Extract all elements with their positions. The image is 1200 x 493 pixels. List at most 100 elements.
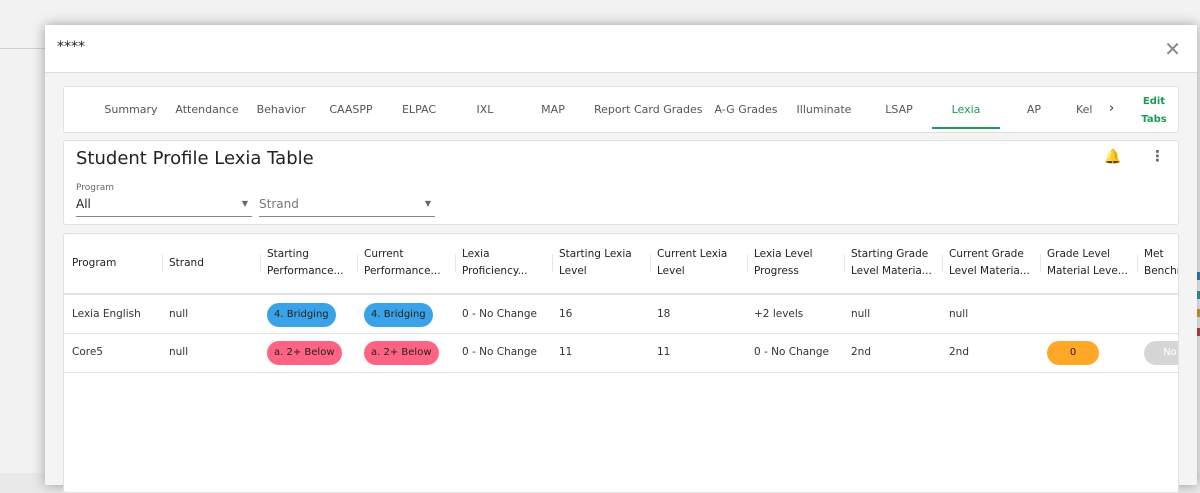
column-header[interactable]: Starting Performance... — [267, 246, 344, 280]
tab-lexia[interactable]: Lexia — [932, 87, 1000, 129]
tab-summary[interactable]: Summary — [100, 87, 162, 132]
column-header[interactable]: Current Lexia Level — [657, 246, 727, 280]
column-separator[interactable] — [942, 254, 943, 272]
column-separator[interactable] — [552, 254, 553, 272]
table-cell: 11 — [657, 346, 671, 358]
column-header-text: Starting Grade — [851, 248, 929, 260]
tab-ixl[interactable]: IXL — [459, 87, 511, 132]
status-badge: 4. Bridging — [364, 303, 433, 327]
lexia-table-header-card: Student Profile Lexia Table 🔔 ⋮ Program … — [63, 140, 1179, 225]
edit-tabs-label: Tabs — [1141, 114, 1167, 125]
modal-title: **** — [57, 39, 85, 55]
strand-select[interactable]: Strand ▼ — [259, 197, 435, 217]
tab-bar: › Edit Tabs Summary Attendance Behavior CAA… — [63, 86, 1179, 133]
column-header[interactable]: Lexia Proficiency... — [462, 246, 528, 280]
table-cell: 4. Bridging — [267, 303, 336, 327]
tab-attendance[interactable]: Attendance — [172, 87, 242, 132]
status-badge: No — [1144, 341, 1178, 365]
tab-behavior[interactable]: Behavior — [252, 87, 310, 132]
table-cell: 11 — [559, 346, 573, 358]
program-select[interactable]: All ▼ — [76, 197, 252, 217]
column-header-text: Program — [72, 257, 117, 269]
column-separator[interactable] — [357, 254, 358, 272]
column-header[interactable]: Lexia Level Progress — [754, 246, 813, 280]
tab-map[interactable]: MAP — [530, 87, 576, 132]
tab-ap[interactable]: AP — [1014, 87, 1054, 132]
table-row: Lexia English null 4. Bridging 4. Bridging 0… — [64, 294, 1178, 334]
table-cell: null — [851, 308, 871, 320]
tab-caaspp[interactable]: CAASPP — [322, 87, 380, 132]
edit-tabs-button[interactable]: Edit Tabs — [1134, 93, 1174, 129]
tab-elpac[interactable]: ELPAC — [394, 87, 444, 132]
column-header-text: Strand — [169, 257, 204, 269]
dropdown-arrow-icon: ▼ — [424, 199, 431, 208]
column-header-text: Level Materia... — [851, 265, 932, 277]
table-cell: 0 - No Change — [754, 346, 829, 358]
table-cell: 4. Bridging — [364, 303, 433, 327]
table-cell: 16 — [559, 308, 573, 320]
table-cell: null — [169, 346, 189, 358]
status-badge: a. 2+ Below — [267, 341, 342, 365]
column-header[interactable]: Grade Level Material Leve... — [1047, 246, 1128, 280]
column-separator[interactable] — [747, 254, 748, 272]
table-cell: 2nd — [851, 346, 872, 358]
column-header-text: Grade Level — [1047, 248, 1111, 260]
column-header[interactable]: Starting Lexia Level — [559, 246, 632, 280]
close-icon[interactable]: ✕ — [1164, 37, 1181, 61]
column-separator[interactable] — [844, 254, 845, 272]
chevron-right-icon[interactable]: › — [1109, 101, 1114, 116]
tab-report-card-grades[interactable]: Report Card Grades — [594, 87, 702, 132]
column-header-text: Performance... — [267, 265, 344, 277]
column-separator[interactable] — [162, 254, 163, 272]
column-header-text: Material Leve... — [1047, 265, 1128, 277]
column-header[interactable]: Met Benchr — [1144, 246, 1179, 280]
column-header-text: Current Lexia — [657, 248, 728, 260]
tab-a-g-grades[interactable]: A-G Grades — [714, 87, 778, 132]
column-header-text: Level Materia... — [949, 265, 1030, 277]
status-badge: a. 2+ Below — [364, 341, 439, 365]
column-separator[interactable] — [455, 254, 456, 272]
column-header[interactable]: Starting Grade Level Materia... — [851, 246, 932, 280]
table-cell: null — [949, 308, 969, 320]
program-filter-label: Program — [76, 183, 114, 193]
table-cell: Core5 — [72, 346, 103, 358]
column-separator[interactable] — [1137, 254, 1138, 272]
column-header-text: Starting Lexia — [559, 248, 632, 260]
add-alert-bell-icon[interactable]: 🔔 — [1104, 149, 1121, 165]
lexia-table: Program Strand Starting Performance... Curre… — [63, 233, 1179, 493]
column-header[interactable]: Current Grade Level Materia... — [949, 246, 1030, 280]
background-divider — [0, 48, 45, 49]
table-row: Core5 null a. 2+ Below a. 2+ Below 0 - No Ch… — [64, 333, 1178, 373]
column-header-text: Progress — [754, 265, 799, 277]
table-cell: 0 - No Change — [462, 346, 537, 358]
column-header-text: Performance... — [364, 265, 441, 277]
edit-tabs-label: Edit — [1142, 96, 1166, 107]
table-cell: 0 — [1047, 341, 1099, 365]
tab-kel[interactable]: Kel — [1076, 87, 1102, 132]
column-header[interactable]: Current Performance... — [364, 246, 441, 280]
column-header-text: Current — [364, 248, 404, 260]
table-cell: null — [169, 308, 189, 320]
more-options-icon[interactable]: ⋮ — [1150, 147, 1165, 165]
column-header-text: Level — [657, 265, 685, 277]
column-separator[interactable] — [650, 254, 651, 272]
student-profile-modal: **** ✕ › Edit Tabs Summary Attendance Beha… — [45, 25, 1197, 493]
status-badge: 0 — [1047, 341, 1099, 365]
program-select-value: All — [76, 197, 91, 211]
column-header[interactable]: Program — [72, 255, 116, 272]
table-cell: a. 2+ Below — [364, 341, 439, 365]
column-header[interactable]: Strand — [169, 255, 204, 272]
column-separator[interactable] — [1040, 254, 1041, 272]
column-separator[interactable] — [260, 254, 261, 272]
table-cell: Lexia English — [72, 308, 141, 320]
tab-illuminate[interactable]: Illuminate — [792, 87, 856, 132]
table-cell: +2 levels — [754, 308, 804, 320]
tab-lsap[interactable]: LSAP — [870, 87, 928, 132]
column-header-text: Benchr — [1144, 265, 1179, 277]
column-header-text: Lexia — [462, 248, 490, 260]
column-header-text: Current Grade — [949, 248, 1024, 260]
table-header-row: Program Strand Starting Performance... Curre… — [64, 234, 1179, 294]
strand-select-placeholder: Strand — [259, 197, 299, 211]
table-cell: 2nd — [949, 346, 970, 358]
table-cell: 0 - No Change — [462, 308, 537, 320]
